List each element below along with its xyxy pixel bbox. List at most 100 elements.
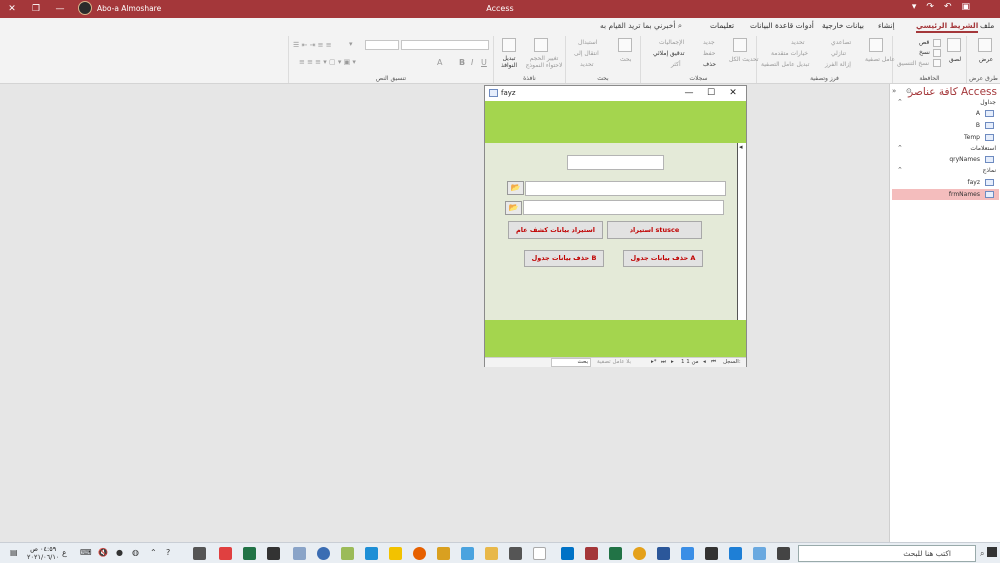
bold-icon[interactable]: B: [459, 58, 465, 67]
windows-start-icon[interactable]: [987, 547, 997, 557]
app-icon[interactable]: [243, 547, 256, 560]
app-icon[interactable]: [533, 547, 546, 560]
task-view-icon[interactable]: [777, 547, 790, 560]
size-to-fit-icon[interactable]: [534, 38, 548, 52]
nav-pane-title[interactable]: كافة عناصر Access: [908, 86, 997, 98]
keyboard-icon[interactable]: ⌨: [80, 548, 92, 557]
advanced-filter-button[interactable]: خيارات متقدمة: [771, 50, 808, 57]
edge-icon[interactable]: [729, 547, 742, 560]
view-button[interactable]: عرض: [979, 56, 993, 63]
delete-table-a-button[interactable]: حذف بيانات جدول A: [623, 250, 703, 267]
copy-button[interactable]: نسخ: [919, 49, 930, 56]
nav-item-fayz[interactable]: fayz: [968, 179, 981, 186]
app-icon[interactable]: [461, 547, 474, 560]
nav-item-frmnames[interactable]: frmNames: [949, 191, 980, 198]
app-icon[interactable]: [753, 547, 766, 560]
vertical-scrollbar[interactable]: ◂: [737, 143, 746, 320]
dropbox-icon[interactable]: [681, 547, 694, 560]
nav-item-qrynames[interactable]: qryNames: [949, 156, 980, 163]
redo-icon[interactable]: ↷: [926, 2, 934, 12]
totals-button[interactable]: الإجماليات: [659, 39, 684, 46]
nav-group-tables[interactable]: جداول: [980, 99, 996, 106]
cut-icon[interactable]: [933, 39, 941, 47]
firefox-icon[interactable]: [413, 547, 426, 560]
font-size-field[interactable]: [365, 40, 399, 50]
app-icon[interactable]: [341, 547, 354, 560]
app-icon[interactable]: [317, 547, 330, 560]
nav-group-forms[interactable]: نماذج: [982, 167, 996, 174]
folder-open-icon[interactable]: 📂: [507, 181, 524, 195]
paste-icon[interactable]: [947, 38, 961, 52]
save-icon[interactable]: ▣: [961, 2, 970, 12]
refresh-icon[interactable]: [733, 38, 747, 52]
taskbar-search[interactable]: اكتب هنا للبحث: [798, 545, 976, 562]
record-position[interactable]: 1 من 1: [681, 359, 699, 365]
tell-me-box[interactable]: أخبرني بما تريد القيام به ⌕: [600, 21, 682, 31]
app-tray-icon[interactable]: ●: [116, 548, 123, 557]
selection-button[interactable]: تحديد: [791, 39, 805, 46]
app-icon[interactable]: [437, 547, 450, 560]
new-record-icon[interactable]: ▸*: [651, 359, 657, 365]
undo-icon[interactable]: ↶: [944, 2, 952, 12]
font-color-icon[interactable]: A: [437, 58, 442, 67]
group-collapse-icon[interactable]: ⌃: [897, 144, 903, 152]
new-record-button[interactable]: جديد: [703, 39, 715, 46]
excel-icon[interactable]: [609, 547, 622, 560]
app-icon[interactable]: [389, 547, 402, 560]
store-icon[interactable]: [705, 547, 718, 560]
nav-group-queries[interactable]: استعلامات: [970, 145, 996, 152]
outlook-icon[interactable]: [561, 547, 574, 560]
help-icon[interactable]: ?: [166, 548, 170, 557]
paste-button[interactable]: لصق: [949, 56, 961, 63]
no-filter-indicator[interactable]: بلا عامل تصفية: [597, 359, 631, 365]
file-path-input-2[interactable]: [523, 200, 724, 215]
app-icon[interactable]: [219, 547, 232, 560]
first-record-icon[interactable]: ⏮: [711, 359, 716, 366]
chevron-down-icon[interactable]: ▾: [349, 40, 353, 48]
find-icon[interactable]: [618, 38, 632, 52]
filter-button[interactable]: عامل تصفية: [865, 56, 895, 63]
customize-qat-icon[interactable]: ▾: [912, 2, 917, 12]
format-painter-button[interactable]: نسخ التنسيق: [897, 60, 929, 67]
spelling-button[interactable]: تدقيق إملائي: [653, 50, 685, 57]
remove-sort-button[interactable]: إزالة الفرز: [825, 61, 851, 68]
delete-record-button[interactable]: حذف: [703, 61, 716, 68]
maximize-icon[interactable]: ☐: [701, 87, 721, 100]
clock[interactable]: ٠٤:٥٩ ص ٢٠٢١/٠٦/١٠: [27, 545, 59, 561]
cut-button[interactable]: قص: [919, 39, 929, 46]
copy-icon[interactable]: [933, 49, 941, 57]
find-button[interactable]: بحث: [620, 56, 631, 63]
folder-icon[interactable]: [485, 547, 498, 560]
filter-icon[interactable]: [869, 38, 883, 52]
close-icon[interactable]: ✕: [723, 87, 743, 100]
nav-item-table-temp[interactable]: Temp: [964, 134, 980, 141]
access-icon[interactable]: [585, 547, 598, 560]
app-icon[interactable]: [193, 547, 206, 560]
list-icon[interactable]: ☰ ⇤ ⇥ ≡ ≡: [293, 41, 332, 49]
minimize-icon[interactable]: —: [679, 87, 699, 100]
prev-record-icon[interactable]: ◂: [703, 359, 706, 365]
switch-windows-button[interactable]: تبديل النوافذ: [496, 55, 522, 69]
next-record-icon[interactable]: ▸: [671, 359, 674, 365]
tab-file[interactable]: ملف: [980, 21, 994, 30]
goto-button[interactable]: انتقال إلى: [574, 50, 599, 57]
chrome-icon[interactable]: [633, 547, 646, 560]
refresh-all-button[interactable]: تحديث الكل: [729, 56, 759, 63]
file-path-input-1[interactable]: [525, 181, 726, 196]
ascending-button[interactable]: تصاعدي: [831, 39, 851, 46]
select-button[interactable]: تحديد: [580, 61, 594, 68]
notifications-icon[interactable]: ▤: [10, 548, 18, 557]
chevron-up-icon[interactable]: ⌃: [150, 548, 157, 557]
tab-external-data[interactable]: بيانات خارجية: [822, 21, 864, 30]
import-general-button[interactable]: استيراد بيانات كشف عام: [508, 221, 603, 239]
replace-button[interactable]: استبدال: [578, 39, 598, 46]
nav-item-table-b[interactable]: B: [976, 122, 980, 129]
delete-table-b-button[interactable]: حذف بيانات جدول B: [524, 250, 604, 267]
group-collapse-icon[interactable]: ⌃: [897, 166, 903, 174]
text-box-top[interactable]: [567, 155, 664, 170]
last-record-icon[interactable]: ⏭: [661, 359, 666, 366]
font-name-field[interactable]: [401, 40, 489, 50]
toggle-filter-button[interactable]: تبديل عامل التصفية: [761, 61, 809, 68]
save-record-button[interactable]: حفظ: [703, 50, 715, 57]
group-collapse-icon[interactable]: ⌃: [897, 98, 903, 106]
